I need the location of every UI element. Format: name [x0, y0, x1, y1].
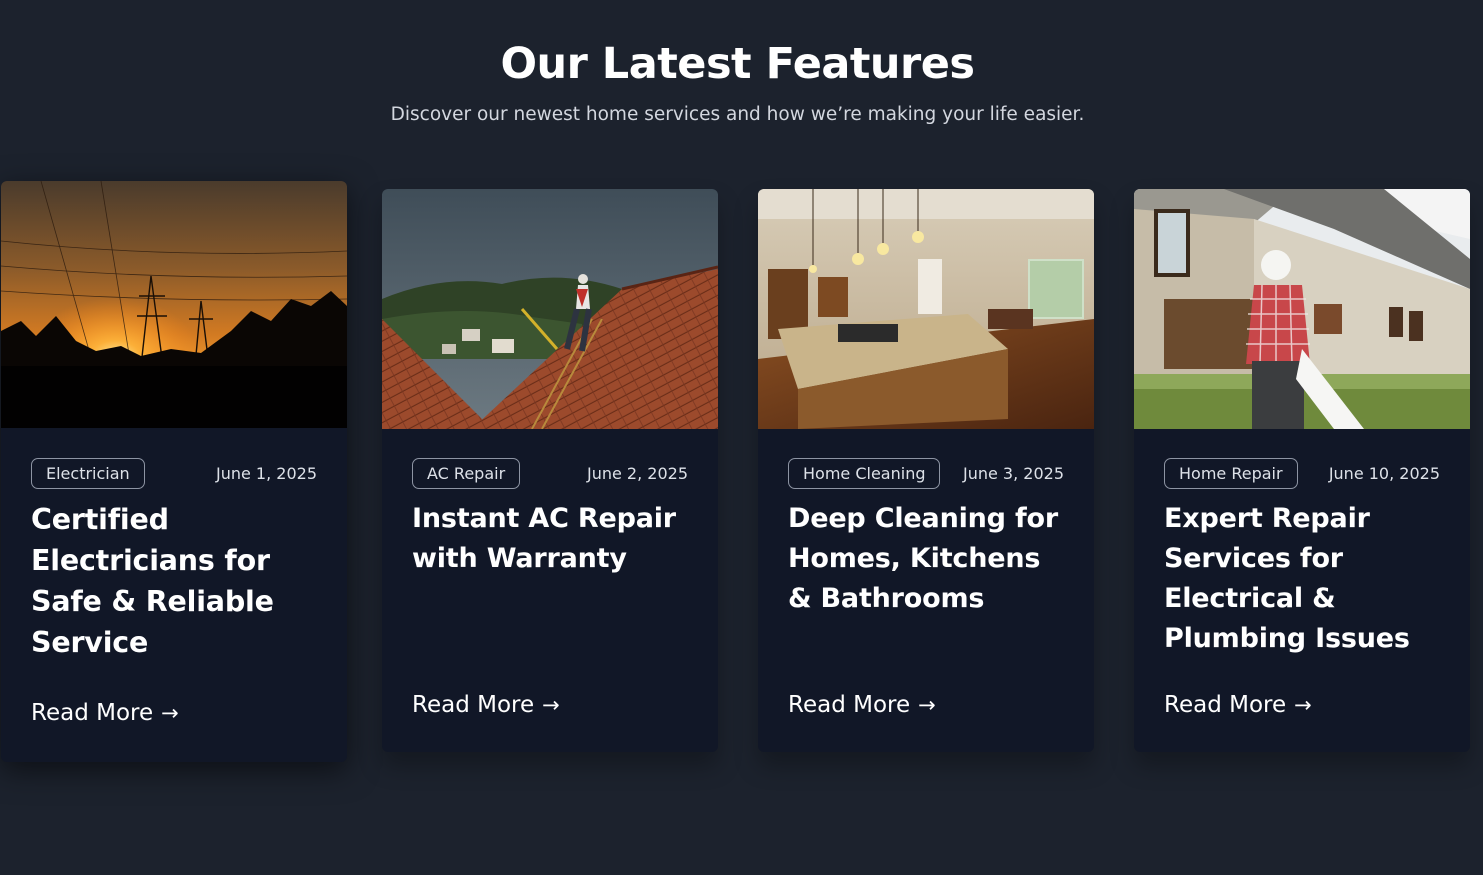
card-meta: AC Repair June 2, 2025	[412, 458, 688, 489]
card-image-kitchen[interactable]	[758, 189, 1094, 429]
arrow-right-icon: →	[918, 693, 936, 717]
category-badge[interactable]: Home Cleaning	[788, 458, 941, 489]
house-contractor-image	[1134, 189, 1470, 429]
card-image-roof[interactable]	[382, 189, 718, 429]
card-meta: Electrician June 1, 2025	[31, 458, 317, 489]
section-title: Our Latest Features	[500, 39, 975, 89]
card-title[interactable]: Instant AC Repair with Warranty	[412, 499, 696, 579]
read-more-link[interactable]: Read More →	[31, 698, 179, 728]
latest-features-section: Our Latest Features Discover our newest …	[0, 0, 1483, 875]
read-more-link[interactable]: Read More →	[788, 690, 936, 720]
roof-repair-image	[382, 189, 718, 429]
read-more-label: Read More	[412, 692, 535, 718]
card-title[interactable]: Deep Cleaning for Homes, Kitchens & Bath…	[788, 499, 1072, 619]
read-more-link[interactable]: Read More →	[1164, 690, 1312, 720]
sunset-power-lines-image	[1, 181, 347, 428]
card-meta: Home Cleaning June 3, 2025	[788, 458, 1064, 489]
arrow-right-icon: →	[1294, 693, 1312, 717]
feature-card-home-repair[interactable]: Home Repair June 10, 2025 Expert Repair …	[1134, 189, 1470, 752]
post-date: June 3, 2025	[963, 464, 1064, 483]
category-badge[interactable]: Electrician	[31, 458, 145, 489]
post-date: June 10, 2025	[1328, 464, 1440, 483]
feature-card-ac-repair[interactable]: AC Repair June 2, 2025 Instant AC Repair…	[382, 189, 718, 752]
card-image-house[interactable]	[1134, 189, 1470, 429]
category-badge[interactable]: Home Repair	[1164, 458, 1298, 489]
kitchen-interior-image	[758, 189, 1094, 429]
feature-card-electrician[interactable]: Electrician June 1, 2025 Certified Elect…	[1, 181, 347, 762]
read-more-link[interactable]: Read More →	[412, 690, 560, 720]
card-meta: Home Repair June 10, 2025	[1164, 458, 1440, 489]
read-more-label: Read More	[788, 692, 911, 718]
read-more-label: Read More	[31, 700, 154, 726]
category-badge[interactable]: AC Repair	[412, 458, 521, 489]
section-subtitle: Discover our newest home services and ho…	[390, 104, 1085, 125]
card-image-power-lines[interactable]	[1, 181, 347, 428]
post-date: June 2, 2025	[587, 464, 688, 483]
card-title[interactable]: Certified Electricians for Safe & Reliab…	[31, 499, 325, 663]
post-date: June 1, 2025	[216, 464, 317, 483]
arrow-right-icon: →	[161, 701, 179, 725]
read-more-label: Read More	[1164, 692, 1287, 718]
feature-card-home-cleaning[interactable]: Home Cleaning June 3, 2025 Deep Cleaning…	[758, 189, 1094, 752]
arrow-right-icon: →	[542, 693, 560, 717]
card-title[interactable]: Expert Repair Services for Electrical & …	[1164, 499, 1448, 659]
